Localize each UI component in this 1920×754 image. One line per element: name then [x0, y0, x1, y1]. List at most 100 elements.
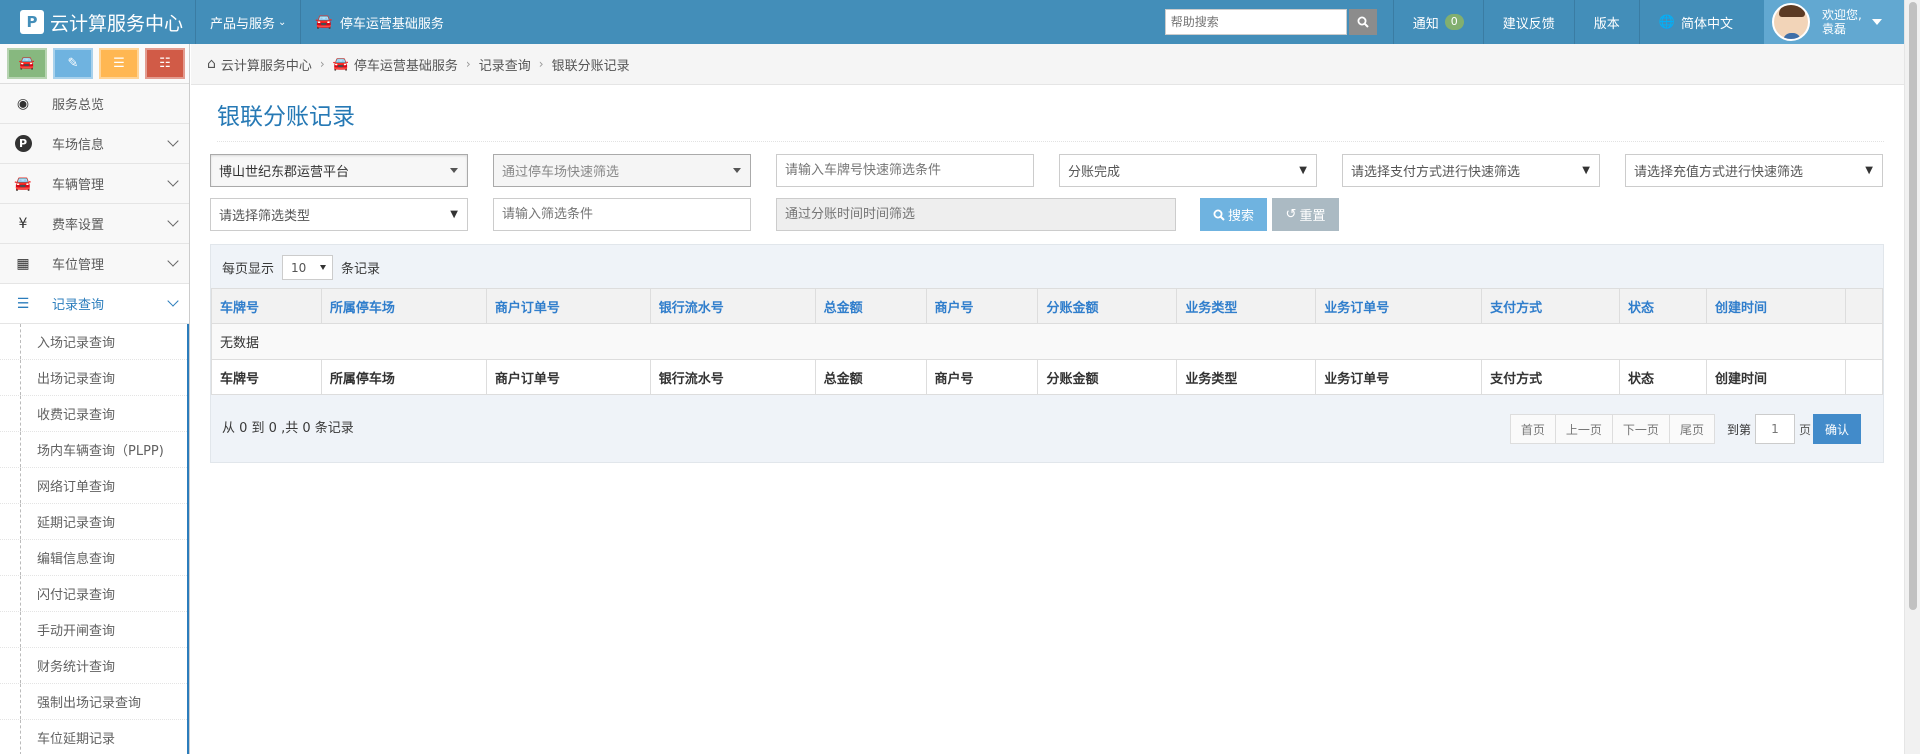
sidebar-item-label: 车位管理 — [52, 258, 105, 273]
submenu-item[interactable]: 车位延期记录 — [0, 720, 187, 754]
filter-type-select[interactable]: 请选择筛选类型 ▼ — [210, 198, 468, 231]
breadcrumb-item[interactable]: 记录查询 — [479, 55, 531, 74]
shortcut-edit-button[interactable]: ✎ — [53, 48, 93, 79]
recharge-method-select[interactable]: 请选择充值方式进行快速筛选 ▼ — [1625, 154, 1883, 187]
breadcrumb-item[interactable]: 云计算服务中心 — [221, 55, 312, 74]
submenu-item[interactable]: 闪付记录查询 — [0, 576, 187, 612]
column-footer: 银行流水号 — [649, 359, 816, 395]
chevron-down-icon — [167, 295, 179, 307]
status-select[interactable]: 分账完成 ▼ — [1059, 154, 1317, 187]
version-label: 版本 — [1593, 16, 1620, 32]
column-header[interactable]: 创建时间 — [1705, 288, 1846, 324]
user-menu[interactable]: 欢迎您, 袁磊 — [1764, 0, 1904, 44]
nav-products-label: 产品与服务 — [210, 16, 276, 32]
column-header-extra — [1844, 288, 1884, 324]
confirm-button[interactable]: 确认 — [1812, 414, 1861, 444]
sidebar-item-label: 费率设置 — [52, 218, 105, 233]
filter-value-input[interactable] — [493, 198, 751, 231]
submenu-item[interactable]: 财务统计查询 — [0, 648, 187, 684]
submenu-item[interactable]: 编辑信息查询 — [0, 540, 187, 576]
language-switch[interactable]: 🌐 简体中文 — [1638, 0, 1752, 44]
submenu-item[interactable]: 出场记录查询 — [0, 360, 187, 396]
search-button[interactable] — [1348, 9, 1377, 35]
page-length-value: 10 — [291, 260, 307, 275]
column-header[interactable]: 所属停车场 — [320, 288, 487, 324]
sidebar-item-label: 车辆管理 — [52, 178, 105, 193]
list-icon: ☷ — [159, 56, 171, 71]
car-icon: 🚘 — [332, 56, 349, 72]
sidebar-item-label: 服务总览 — [52, 98, 105, 113]
first-page-button[interactable]: 首页 — [1509, 414, 1556, 444]
next-page-button[interactable]: 下一页 — [1611, 414, 1670, 444]
sidebar-item-records[interactable]: ☰ 记录查询 — [0, 284, 189, 324]
language-label: 简体中文 — [1680, 16, 1733, 32]
column-header[interactable]: 支付方式 — [1481, 288, 1621, 324]
filter-type-select-value: 请选择筛选类型 — [219, 209, 311, 224]
search-button[interactable]: 搜索 — [1200, 198, 1267, 231]
nav-parking-service[interactable]: 🚘 停车运营基础服务 — [300, 0, 457, 44]
sidebar-item-rates[interactable]: ¥ 费率设置 — [0, 204, 189, 244]
breadcrumb-separator-icon: › — [319, 57, 325, 71]
shortcut-menu-button[interactable]: ☰ — [99, 48, 139, 79]
chevron-down-icon — [167, 175, 179, 187]
column-header[interactable]: 状态 — [1619, 288, 1707, 324]
submenu-item[interactable]: 收费记录查询 — [0, 396, 187, 432]
platform-select[interactable]: 博山世纪东郡运营平台 — [210, 154, 468, 187]
sidebar-item-parking-info[interactable]: P 车场信息 — [0, 124, 189, 164]
version-link[interactable]: 版本 — [1573, 0, 1639, 44]
pagination: 首页 上一页 下一页 尾页 到第 1 页 确认 — [1509, 414, 1861, 444]
column-header[interactable]: 业务类型 — [1176, 288, 1317, 324]
brand[interactable]: P 云计算服务中心 — [0, 0, 195, 44]
help-search-input[interactable] — [1164, 9, 1347, 35]
user-name: 袁磊 — [1822, 22, 1847, 36]
submenu-item[interactable]: 入场记录查询 — [0, 324, 187, 360]
column-header[interactable]: 总金额 — [814, 288, 927, 324]
column-footer: 业务订单号 — [1315, 359, 1483, 395]
pay-method-select-value: 请选择支付方式进行快速筛选 — [1351, 165, 1521, 180]
column-header[interactable]: 银行流水号 — [649, 288, 816, 324]
column-header[interactable]: 商户号 — [925, 288, 1039, 324]
globe-icon: 🌐 — [1658, 14, 1675, 30]
sidebar-item-spaces[interactable]: ▦ 车位管理 — [0, 244, 189, 284]
sidebar-item-vehicles[interactable]: 🚘 车辆管理 — [0, 164, 189, 204]
reset-button[interactable]: ↺ 重置 — [1272, 198, 1339, 231]
submenu-item[interactable]: 延期记录查询 — [0, 504, 187, 540]
submenu-item[interactable]: 手动开闸查询 — [0, 612, 187, 648]
page-scrollbar[interactable] — [1904, 0, 1920, 754]
pay-method-select[interactable]: 请选择支付方式进行快速筛选 ▼ — [1342, 154, 1600, 187]
column-footer: 所属停车场 — [320, 359, 487, 395]
column-footer-extra — [1844, 359, 1884, 395]
goto-page-input[interactable]: 1 — [1754, 414, 1795, 444]
column-header[interactable]: 车牌号 — [211, 288, 322, 324]
scrollbar-thumb[interactable] — [1909, 2, 1917, 610]
shortcut-list-button[interactable]: ☷ — [145, 48, 185, 79]
sidebar-item-overview[interactable]: ◉ 服务总览 — [0, 84, 189, 124]
parking-select[interactable]: 通过停车场快速筛选 — [493, 154, 751, 187]
page-length-select[interactable]: 10 — [282, 255, 334, 280]
column-header[interactable]: 分账金额 — [1037, 288, 1178, 324]
last-page-button[interactable]: 尾页 — [1668, 414, 1715, 444]
feedback-link[interactable]: 建议反馈 — [1482, 0, 1574, 44]
notifications[interactable]: 通知 0 — [1392, 0, 1483, 44]
split-time-input[interactable] — [776, 198, 1176, 231]
nav-products-services[interactable]: 产品与服务 ⌄ — [195, 0, 300, 44]
grid-icon: ▦ — [16, 255, 30, 272]
column-header[interactable]: 商户订单号 — [485, 288, 651, 324]
column-footer: 分账金额 — [1037, 359, 1178, 395]
caret-down-icon — [733, 168, 741, 173]
column-footer: 业务类型 — [1176, 359, 1317, 395]
caret-down-icon: ▼ — [1865, 165, 1873, 176]
submenu-item[interactable]: 网络订单查询 — [0, 468, 187, 504]
submenu-item[interactable]: 场内车辆查询（PLPP) — [0, 432, 187, 468]
shortcut-car-button[interactable]: 🚘 — [7, 48, 47, 79]
chevron-down-icon — [167, 135, 179, 147]
submenu-item[interactable]: 强制出场记录查询 — [0, 684, 187, 720]
column-header[interactable]: 业务订单号 — [1315, 288, 1483, 324]
filter-panel: 博山世纪东郡运营平台 通过停车场快速筛选 分账完成 ▼ 请选择支付方式进行快速筛… — [210, 154, 1885, 242]
plate-input[interactable] — [776, 154, 1034, 187]
feedback-label: 建议反馈 — [1502, 16, 1555, 32]
search-button-label: 搜索 — [1227, 209, 1254, 224]
search-icon — [1357, 16, 1369, 28]
breadcrumb-item[interactable]: 停车运营基础服务 — [354, 55, 458, 74]
prev-page-button[interactable]: 上一页 — [1554, 414, 1613, 444]
